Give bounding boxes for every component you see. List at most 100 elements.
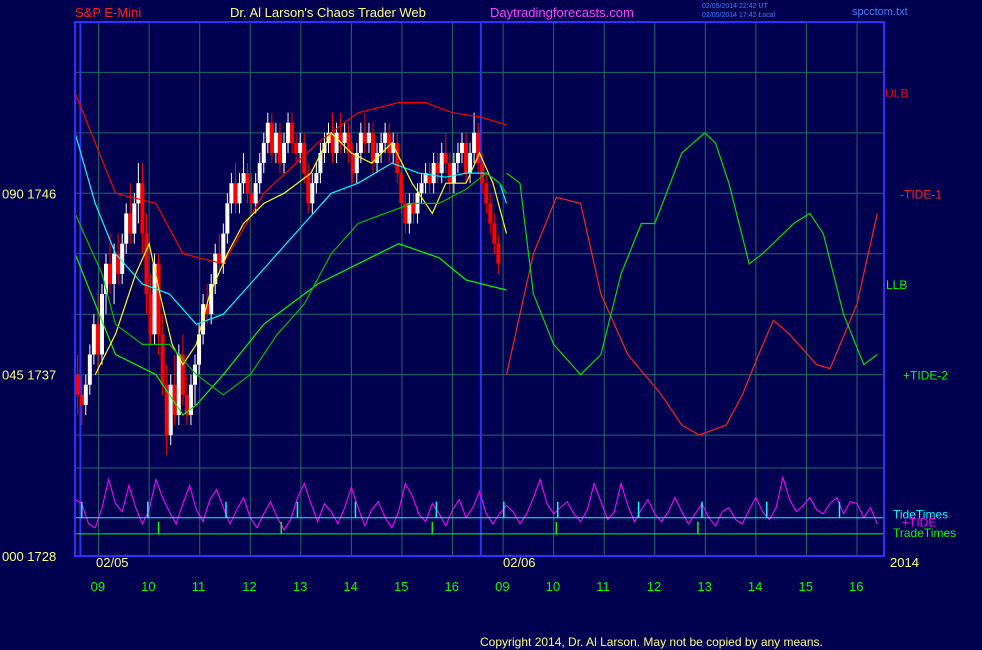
x-axis-hour-label: 10 <box>141 579 155 594</box>
background <box>0 0 982 650</box>
price-bar-body <box>112 253 117 284</box>
x-axis-hour-label: 16 <box>445 579 459 594</box>
series-label: -TIDE-1 <box>900 187 942 201</box>
series-label: +TIDE-2 <box>903 369 948 383</box>
price-bar-body <box>132 203 137 234</box>
price-bar-body <box>298 142 303 153</box>
price-bar-body <box>257 163 262 184</box>
price-bar-body <box>350 152 355 174</box>
price-bar-body <box>411 203 416 214</box>
copyright: Copyright 2014, Dr. Al Larson. May not b… <box>480 635 823 649</box>
y-axis-label: 090 1746 <box>2 186 56 201</box>
price-bar-body <box>342 132 347 143</box>
price-bar-body <box>366 132 371 143</box>
price-bar-body <box>108 263 113 284</box>
date-label: 02/06 <box>503 555 536 570</box>
price-bar-body <box>156 263 161 335</box>
price-bar-body <box>302 142 307 174</box>
price-bar-body <box>443 152 448 164</box>
price-bar-body <box>237 183 242 204</box>
date-label: 2014 <box>890 555 919 570</box>
price-bar-body <box>362 132 367 143</box>
x-axis-hour-label: 11 <box>192 579 206 594</box>
price-bar-body <box>492 223 497 244</box>
price-bar-body <box>261 142 266 164</box>
price-bar-body <box>91 324 96 355</box>
price-bar-body <box>140 183 145 234</box>
x-axis-hour-label: 16 <box>849 579 863 594</box>
price-bar-body <box>83 384 88 405</box>
price-bar-body <box>455 152 460 164</box>
price-bar-body <box>387 132 392 153</box>
series-label: ULB <box>885 87 908 101</box>
price-bar-body <box>265 122 270 143</box>
price-bar-body <box>439 152 444 174</box>
price-bar-body <box>253 183 258 204</box>
x-axis-hour-label: 09 <box>495 579 509 594</box>
price-bar-body <box>407 203 412 224</box>
price-bar-body <box>249 193 254 204</box>
price-bar-body <box>334 132 339 153</box>
x-axis-hour-label: 13 <box>293 579 307 594</box>
series-label: LLB <box>886 278 907 292</box>
price-bar-body <box>447 163 452 184</box>
series-label: TradeTimes <box>893 526 956 540</box>
date-label: 02/05 <box>96 555 129 570</box>
price-bar-body <box>229 183 234 204</box>
price-bar-body <box>358 132 363 153</box>
price-bar-body <box>435 163 440 174</box>
price-bar-body <box>488 203 493 224</box>
price-bar-body <box>269 122 274 153</box>
x-axis-hour-label: 10 <box>546 579 560 594</box>
x-axis-hour-label: 14 <box>748 579 762 594</box>
price-bar-body <box>383 132 388 143</box>
data-file-name: spcctom.txt <box>852 6 908 18</box>
price-bar-body <box>136 183 141 204</box>
price-bar-body <box>431 163 436 184</box>
x-axis-hour-label: 12 <box>242 579 256 594</box>
x-axis-hour-label: 13 <box>697 579 711 594</box>
x-axis-hour-label: 14 <box>343 579 357 594</box>
price-bar-body <box>87 354 92 385</box>
timestamp-local: 02/05/2014 17:42 Local <box>702 12 776 19</box>
price-bar-body <box>95 324 100 355</box>
price-bar-body <box>395 142 400 174</box>
price-bar-body <box>310 183 315 204</box>
y-axis-label: 045 1737 <box>2 368 56 383</box>
y-axis-label: 000 1728 <box>2 549 56 564</box>
price-bar-body <box>419 183 424 194</box>
price-bar-body <box>128 213 133 234</box>
price-bar-body <box>294 142 299 153</box>
price-bar-body <box>75 374 80 395</box>
price-bar-body <box>233 183 238 204</box>
site-title: Dr. Al Larson's Chaos Trader Web <box>230 5 426 20</box>
price-bar-body <box>168 384 173 436</box>
site-url[interactable]: Daytradingforecasts.com <box>490 5 634 20</box>
price-bar-body <box>370 132 375 164</box>
x-axis-hour-label: 09 <box>91 579 105 594</box>
price-bar-body <box>79 394 84 405</box>
price-bar-body <box>148 294 153 335</box>
price-bar-body <box>399 173 404 204</box>
x-axis-hour-label: 12 <box>647 579 661 594</box>
price-bar-body <box>306 173 311 204</box>
price-bar-body <box>451 163 456 184</box>
price-bar-body <box>472 132 477 153</box>
price-bar-body <box>464 142 469 174</box>
price-bar-body <box>314 173 319 184</box>
price-bar-body <box>124 213 129 244</box>
price-bar-body <box>245 173 250 194</box>
x-axis-hour-label: 15 <box>394 579 408 594</box>
price-bar-body <box>286 122 291 143</box>
price-bar-body <box>241 173 246 184</box>
price-bar-body <box>160 334 165 385</box>
timestamp-ut: 02/05/2014 22:42 UT <box>702 3 768 10</box>
price-bar-body <box>290 122 295 143</box>
price-bar-body <box>459 142 464 153</box>
price-bar-body <box>496 243 501 264</box>
price-chart: 090 1746 045 1737 000 1728 09 10 11 12 13 14 15 16… <box>0 0 982 650</box>
instrument-title: S&P E-Mini <box>75 5 141 20</box>
x-axis-hour-label: 15 <box>798 579 812 594</box>
price-bar-body <box>281 142 286 164</box>
x-axis-hour-label: 11 <box>596 579 610 594</box>
